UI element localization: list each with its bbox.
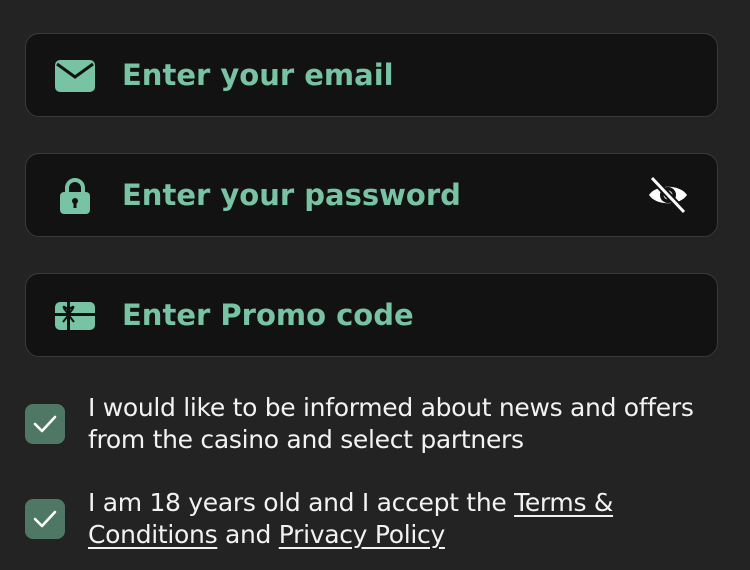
lock-icon bbox=[54, 176, 96, 216]
checkmark-icon bbox=[33, 510, 57, 528]
checkmark-icon bbox=[33, 415, 57, 433]
password-field-container bbox=[25, 153, 718, 237]
terms-consent-checkbox[interactable] bbox=[25, 499, 65, 539]
terms-consent-middle: and bbox=[217, 520, 279, 549]
promo-code-input[interactable] bbox=[122, 274, 622, 356]
promo-field-container bbox=[25, 273, 718, 357]
news-consent-label: I would like to be informed about news a… bbox=[88, 393, 694, 454]
news-consent-checkbox[interactable] bbox=[25, 404, 65, 444]
terms-consent-label: I am 18 years old and I accept the Terms… bbox=[88, 487, 728, 551]
email-input[interactable] bbox=[122, 34, 622, 116]
envelope-icon bbox=[54, 56, 96, 96]
password-input[interactable] bbox=[122, 154, 622, 236]
privacy-policy-link[interactable]: Privacy Policy bbox=[279, 520, 445, 549]
email-field-container bbox=[25, 33, 718, 117]
eye-slash-icon[interactable] bbox=[645, 172, 691, 218]
terms-consent-prefix: I am 18 years old and I accept the bbox=[88, 488, 515, 517]
registration-form: I would like to be informed about news a… bbox=[0, 0, 750, 570]
gift-card-icon bbox=[54, 296, 96, 336]
